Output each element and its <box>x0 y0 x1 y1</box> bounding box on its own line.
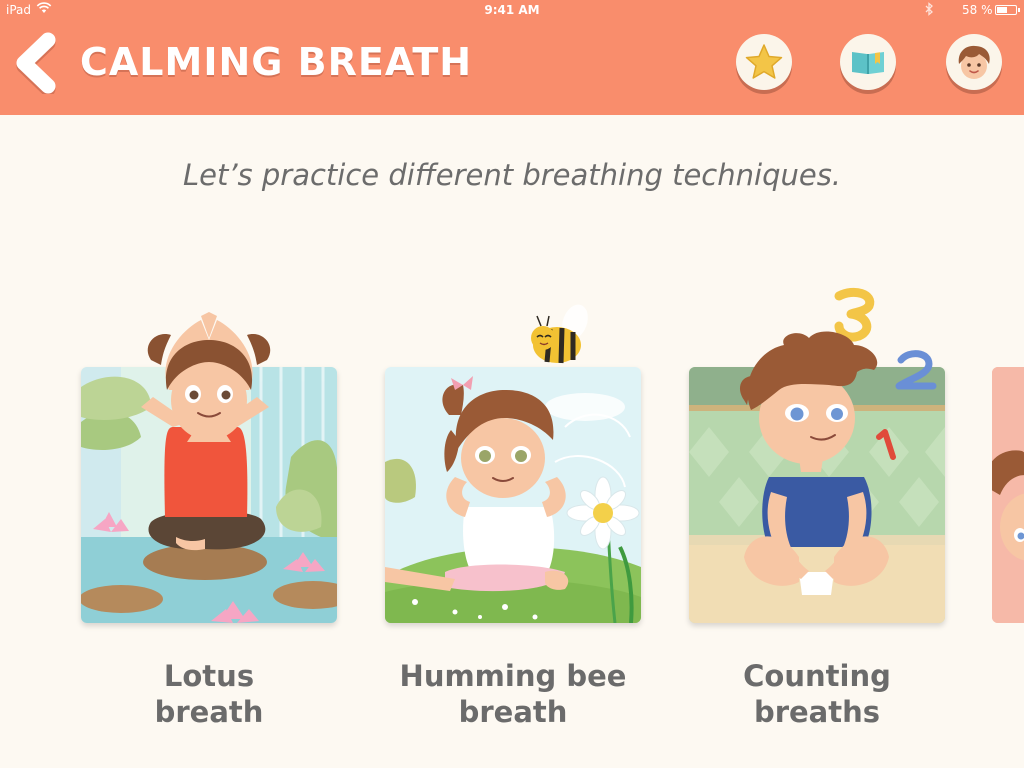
bee-figure <box>531 304 588 364</box>
card-next-partial[interactable] <box>992 367 1024 623</box>
favorites-button[interactable] <box>736 34 792 90</box>
header-bar: iPad 9:41 AM 58 % CALMING BREATH <box>0 0 1024 115</box>
card-lotus-breath[interactable]: Lotus breath <box>81 290 337 735</box>
status-bar: iPad 9:41 AM 58 % <box>0 0 1024 20</box>
card-label: Humming bee breath <box>399 659 627 729</box>
card-label: Lotus breath <box>154 659 264 729</box>
next-card-illustration <box>992 367 1024 623</box>
battery-percent: 58 % <box>962 3 993 17</box>
subtitle: Let’s practice different breathing techn… <box>182 158 842 192</box>
back-button[interactable] <box>12 32 60 97</box>
bluetooth-icon <box>924 2 934 19</box>
number-two <box>895 350 937 390</box>
profile-button[interactable] <box>946 34 1002 90</box>
star-icon <box>745 44 783 79</box>
battery-icon <box>995 5 1020 15</box>
book-icon <box>852 52 884 74</box>
chevron-left-icon <box>16 32 56 97</box>
humming-bee-child-figure <box>442 304 588 498</box>
number-three <box>834 287 875 342</box>
clock: 9:41 AM <box>484 3 540 17</box>
lotus-child-figure <box>147 312 271 442</box>
library-button[interactable] <box>840 34 896 90</box>
card-counting-breaths[interactable]: Counting breaths <box>689 287 945 735</box>
counting-child-figure <box>739 287 937 472</box>
avatar-icon <box>958 45 990 79</box>
page-title: CALMING BREATH <box>80 40 473 84</box>
card-label: Counting breaths <box>743 659 891 729</box>
card-humming-bee-breath[interactable]: Humming bee breath <box>385 290 641 735</box>
